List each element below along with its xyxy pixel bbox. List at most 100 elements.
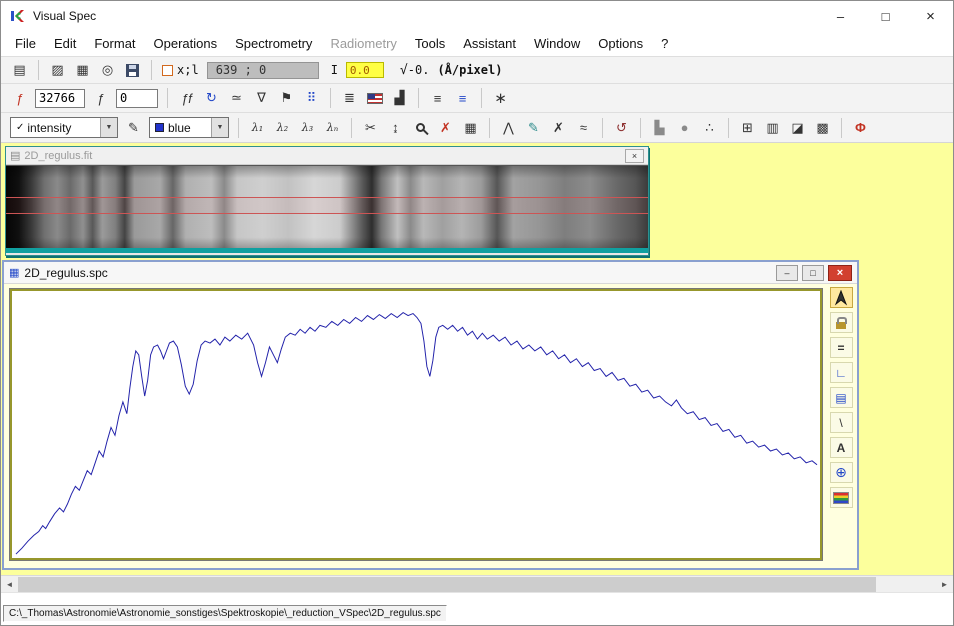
menu-item-window[interactable]: Window xyxy=(525,33,589,54)
drop-button[interactable]: ● xyxy=(673,117,696,139)
plot-side-toolbar: = ∟ ▤ \ A ⊕ xyxy=(825,284,857,566)
barcode-icon: ▥ xyxy=(766,120,778,136)
peaks-button[interactable]: ⋀ xyxy=(497,117,520,139)
menu-item-assistant[interactable]: Assistant xyxy=(454,33,525,54)
replay-button[interactable]: ↺ xyxy=(610,117,633,139)
display-icon: ▤ xyxy=(13,62,25,78)
min-intensity-input[interactable] xyxy=(116,89,158,108)
grid-edit-button[interactable]: ▦ xyxy=(459,117,482,139)
approx-button[interactable]: ≃ xyxy=(225,87,248,109)
erase-annotation-button[interactable]: ✗ xyxy=(547,117,570,139)
delete-button[interactable]: ✗ xyxy=(434,117,457,139)
spc-minimize-button[interactable]: – xyxy=(776,265,798,281)
shift-button[interactable]: ↨ xyxy=(384,117,407,139)
function-zero-button[interactable]: ƒ xyxy=(89,87,112,109)
series-dropdown-arrow-icon[interactable]: ▼ xyxy=(100,118,117,137)
barcode-button[interactable]: ▥ xyxy=(761,117,784,139)
pointer-tool-button[interactable] xyxy=(830,287,853,308)
window-title: Visual Spec xyxy=(33,9,96,23)
close-button[interactable]: × xyxy=(908,1,953,31)
pen-button[interactable]: ✎ xyxy=(122,117,145,139)
equals-tool-button[interactable]: = xyxy=(830,337,853,358)
menu-item-tools[interactable]: Tools xyxy=(406,33,454,54)
save-button[interactable] xyxy=(121,59,144,81)
xl-checkbox[interactable] xyxy=(162,65,173,76)
status-bar: C:\_Thomas\Astronomie\Astronomie_sonstig… xyxy=(1,592,953,624)
spc-close-button[interactable]: × xyxy=(828,265,852,281)
list-button[interactable]: ≣ xyxy=(338,87,361,109)
color-combobox[interactable]: blue ▼ xyxy=(149,117,229,138)
chart-tool-button[interactable]: ∟ xyxy=(830,362,853,383)
gradient-button[interactable]: ∇ xyxy=(250,87,273,109)
menu-item-edit[interactable]: Edit xyxy=(45,33,85,54)
histogram-button[interactable]: ▟ xyxy=(388,87,411,109)
calib-line2-button[interactable]: λ₂ xyxy=(271,117,294,139)
calib-line1-button[interactable]: λ₁ xyxy=(246,117,269,139)
fit-window-close-button[interactable]: × xyxy=(625,149,644,163)
scatter-icon: ∗ xyxy=(494,89,507,107)
dot-grid-button[interactable]: ⠿ xyxy=(300,87,323,109)
browse-icon: ◎ xyxy=(102,62,113,78)
line-tool-button[interactable]: \ xyxy=(830,412,853,433)
bars-button[interactable]: ▙ xyxy=(648,117,671,139)
menu-item-spectrometry[interactable]: Spectrometry xyxy=(226,33,321,54)
drop-icon: ● xyxy=(681,120,689,135)
toolbar-series: ✓ intensity ▼ ✎ blue ▼ λ₁ λ₂ λ₃ λₙ ✂ ↨ ✗… xyxy=(1,112,953,143)
smooth-button[interactable]: ≈ xyxy=(572,117,595,139)
table-button[interactable]: ⊞ xyxy=(736,117,759,139)
spc-window-icon: ▦ xyxy=(9,266,19,279)
film-tool-button[interactable]: ▤ xyxy=(830,387,853,408)
noise-button[interactable]: ∴ xyxy=(698,117,721,139)
calib-linen-button[interactable]: λₙ xyxy=(321,117,344,139)
function-button[interactable]: ƒ xyxy=(8,87,31,109)
reference-flag-button[interactable] xyxy=(363,87,386,109)
spc-window-body: = ∟ ▤ \ A ⊕ xyxy=(4,284,857,566)
minimize-button[interactable]: – xyxy=(818,1,863,31)
rotate-button[interactable]: ↻ xyxy=(200,87,223,109)
menu-item-file[interactable]: File xyxy=(6,33,45,54)
flag-button[interactable]: ⚑ xyxy=(275,87,298,109)
open-image-button[interactable]: ▨ xyxy=(46,59,69,81)
spectrum-plot-area[interactable] xyxy=(10,289,822,560)
lock-tool-button[interactable] xyxy=(830,312,853,333)
overlay-lines-button[interactable]: ≡ xyxy=(426,87,449,109)
binning-line-upper[interactable] xyxy=(6,197,648,198)
menu-item-help[interactable]: ? xyxy=(652,33,677,54)
title-bar[interactable]: Visual Spec – □ × xyxy=(1,1,953,31)
crop-button[interactable]: ✂ xyxy=(359,117,382,139)
function-dual-button[interactable]: ƒf xyxy=(175,87,198,109)
text-tool-button[interactable]: A xyxy=(830,437,853,458)
menu-item-options[interactable]: Options xyxy=(589,33,652,54)
display-button[interactable]: ▤ xyxy=(8,59,31,81)
separator xyxy=(602,118,603,138)
palette-tool-button[interactable] xyxy=(830,487,853,508)
checker-button[interactable]: ▩ xyxy=(811,117,834,139)
spectrum-2d-image[interactable] xyxy=(6,165,648,253)
series-selected-value: intensity xyxy=(27,121,71,135)
binning-line-lower[interactable] xyxy=(6,213,648,214)
fit-window-title-bar[interactable]: ▤ 2D_regulus.fit × xyxy=(6,147,648,165)
open-profile-button[interactable]: ▦ xyxy=(71,59,94,81)
maximize-button[interactable]: □ xyxy=(863,1,908,31)
series-combobox[interactable]: ✓ intensity ▼ xyxy=(10,117,118,138)
scroll-left-icon[interactable]: ◄ xyxy=(1,577,18,592)
max-intensity-input[interactable] xyxy=(35,89,85,108)
calib-line3-button[interactable]: λ₃ xyxy=(296,117,319,139)
scatter-button[interactable]: ∗ xyxy=(489,87,512,109)
stack-lines-button[interactable]: ≡ xyxy=(451,87,474,109)
spc-maximize-button[interactable]: □ xyxy=(802,265,824,281)
color-dropdown-arrow-icon[interactable]: ▼ xyxy=(211,118,228,137)
globe-tool-button[interactable]: ⊕ xyxy=(830,462,853,483)
menu-item-operations[interactable]: Operations xyxy=(145,33,227,54)
scroll-right-icon[interactable]: ► xyxy=(936,577,953,592)
phase-button[interactable]: Φ xyxy=(849,117,872,139)
horizontal-scrollbar[interactable]: ◄ ► xyxy=(1,575,953,592)
browse-button[interactable]: ◎ xyxy=(96,59,119,81)
zoom-button[interactable] xyxy=(409,117,432,139)
scrollbar-thumb[interactable] xyxy=(18,577,876,592)
mini-chart-button[interactable]: ◪ xyxy=(786,117,809,139)
annotate-button[interactable]: ✎ xyxy=(522,117,545,139)
spc-window-title-bar[interactable]: ▦ 2D_regulus.spc – □ × xyxy=(4,262,857,284)
separator xyxy=(151,60,152,80)
menu-item-format[interactable]: Format xyxy=(85,33,144,54)
